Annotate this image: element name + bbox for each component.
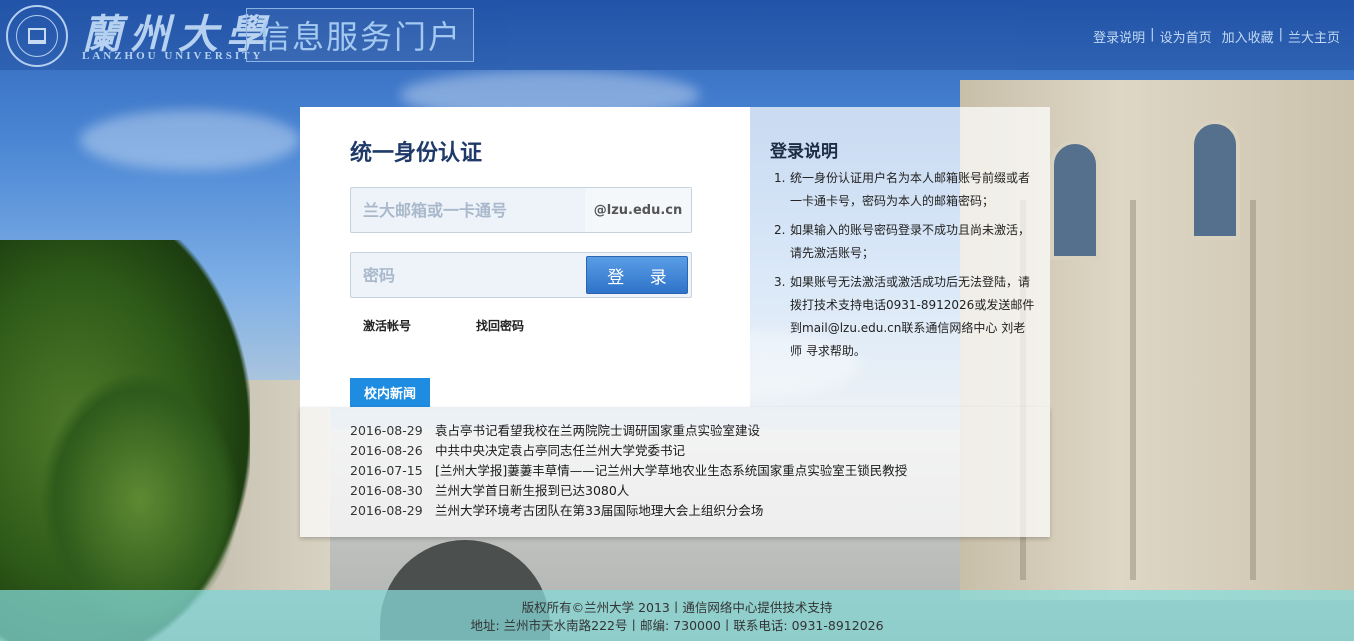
- login-button[interactable]: 登 录: [586, 256, 688, 294]
- login-help-panel: 登录说明 1. 统一身份认证用户名为本人邮箱账号前缀或者一卡通卡号，密码为本人的…: [750, 107, 1050, 407]
- news-date: 2016-08-29: [350, 423, 423, 438]
- password-input[interactable]: [351, 253, 587, 297]
- login-help-link[interactable]: 登录说明: [1093, 27, 1145, 46]
- footer-address: 地址: 兰州市天水南路222号丨邮编: 730000丨联系电话: 0931-89…: [470, 618, 884, 633]
- news-title-link[interactable]: 中共中央决定袁占亭同志任兰州大学党委书记: [435, 441, 685, 461]
- help-item: 2. 如果输入的账号密码登录不成功且尚未激活，请先激活账号；: [774, 223, 1031, 260]
- news-panel: 2016-08-29 袁占亭书记看望我校在兰两院院士调研国家重点实验室建设 20…: [300, 407, 1050, 537]
- top-links: 登录说明 | 设为首页 加入收藏 | 兰大主页: [1093, 27, 1340, 46]
- help-item: 3. 如果账号无法激活或激活成功后无法登陆，请拨打技术支持电话0931-8912…: [774, 275, 1035, 358]
- login-panel: 统一身份认证 @lzu.edu.cn 登 录 激活帐号 找回密码 校内新闻: [300, 107, 750, 407]
- login-title: 统一身份认证: [350, 141, 483, 166]
- news-item: 2016-07-15 [兰州大学报]萋萋丰草情——记兰州大学草地农业生态系统国家…: [350, 461, 907, 481]
- news-item: 2016-08-29 兰州大学环境考古团队在第33届国际地理大会上组织分会场: [350, 501, 907, 521]
- activate-account-link[interactable]: 激活帐号: [363, 317, 411, 334]
- help-list: 1. 统一身份认证用户名为本人邮箱账号前缀或者一卡通卡号，密码为本人的邮箱密码；…: [774, 167, 1036, 369]
- news-item: 2016-08-30 兰州大学首日新生报到已达3080人: [350, 481, 907, 501]
- username-input[interactable]: [351, 188, 587, 232]
- news-list: 2016-08-29 袁占亭书记看望我校在兰两院院士调研国家重点实验室建设 20…: [350, 421, 907, 521]
- email-suffix: @lzu.edu.cn: [585, 188, 691, 232]
- news-title-link[interactable]: 袁占亭书记看望我校在兰两院院士调研国家重点实验室建设: [435, 421, 760, 441]
- news-date: 2016-07-15: [350, 463, 423, 478]
- news-item: 2016-08-29 袁占亭书记看望我校在兰两院院士调研国家重点实验室建设: [350, 421, 907, 441]
- site-header: 蘭州大學 LANZHOU UNIVERSITY 信息服务门户 登录说明 | 设为…: [0, 0, 1354, 70]
- add-favorite-link[interactable]: 加入收藏: [1222, 27, 1274, 46]
- divider: |: [1278, 27, 1283, 42]
- divider: [1212, 27, 1222, 46]
- university-home-link[interactable]: 兰大主页: [1288, 27, 1340, 46]
- help-item: 1. 统一身份认证用户名为本人邮箱账号前缀或者一卡通卡号，密码为本人的邮箱密码；: [774, 171, 1031, 208]
- news-item: 2016-08-26 中共中央决定袁占亭同志任兰州大学党委书记: [350, 441, 907, 461]
- university-seal-icon: [6, 5, 68, 67]
- news-title-link[interactable]: [兰州大学报]萋萋丰草情——记兰州大学草地农业生态系统国家重点实验室王锁民教授: [435, 461, 907, 481]
- retrieve-password-link[interactable]: 找回密码: [476, 317, 524, 334]
- tab-campus-news[interactable]: 校内新闻: [350, 378, 430, 407]
- news-date: 2016-08-26: [350, 443, 423, 458]
- news-date: 2016-08-30: [350, 483, 423, 498]
- portal-title: 信息服务门户: [246, 8, 474, 62]
- set-homepage-link[interactable]: 设为首页: [1160, 27, 1212, 46]
- news-date: 2016-08-29: [350, 503, 423, 518]
- university-logo-en: LANZHOU UNIVERSITY: [82, 50, 264, 62]
- site-footer: 版权所有©兰州大学 2013丨通信网络中心提供技术支持 地址: 兰州市天水南路2…: [0, 590, 1354, 641]
- news-title-link[interactable]: 兰州大学环境考古团队在第33届国际地理大会上组织分会场: [435, 501, 763, 521]
- divider: |: [1150, 27, 1155, 42]
- password-field: 登 录: [350, 252, 692, 298]
- footer-copyright: 版权所有©兰州大学 2013丨通信网络中心提供技术支持: [521, 600, 833, 615]
- help-title: 登录说明: [770, 142, 838, 162]
- username-field: @lzu.edu.cn: [350, 187, 692, 233]
- news-title-link[interactable]: 兰州大学首日新生报到已达3080人: [435, 481, 629, 501]
